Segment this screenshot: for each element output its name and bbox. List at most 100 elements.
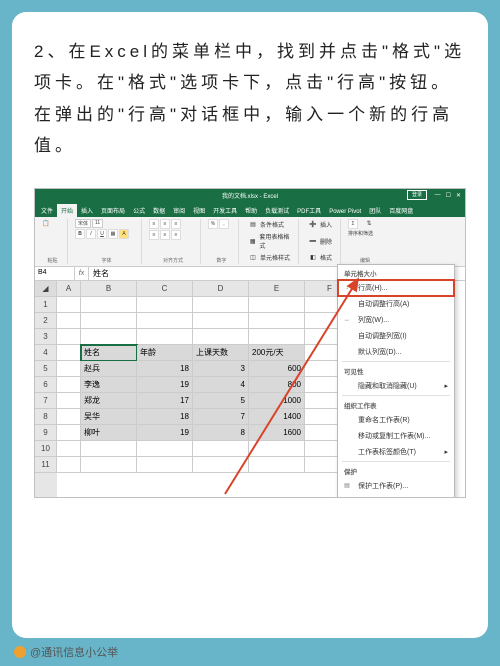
row-header[interactable]: 1	[35, 297, 57, 313]
cell[interactable]	[57, 361, 81, 377]
cell[interactable]	[81, 441, 137, 457]
menu-tab-color[interactable]: 工作表标签颜色(T)▸	[338, 444, 454, 460]
tab-help[interactable]: 帮助	[241, 204, 261, 217]
tab-formulas[interactable]: 公式	[129, 204, 149, 217]
menu-col-width[interactable]: ↔列宽(W)...	[338, 312, 454, 328]
select-all-corner[interactable]: ◢	[35, 281, 57, 297]
cell[interactable]	[193, 457, 249, 473]
row-header[interactable]: 3	[35, 329, 57, 345]
cell[interactable]	[249, 329, 305, 345]
cell-name[interactable]: 吴华	[81, 409, 137, 425]
paste-icon[interactable]: 📋	[41, 219, 51, 229]
tab-view[interactable]: 视图	[189, 204, 209, 217]
cell[interactable]	[137, 457, 193, 473]
cell-name[interactable]: 李逸	[81, 377, 137, 393]
tab-baidu[interactable]: 百度网盘	[385, 204, 417, 217]
col-header[interactable]: E	[249, 281, 305, 297]
cell[interactable]	[57, 313, 81, 329]
menu-autofit-col[interactable]: 自动调整列宽(I)	[338, 328, 454, 344]
cell-header-name[interactable]: 姓名	[81, 345, 137, 361]
font-name-select[interactable]: 宋体	[75, 219, 91, 228]
row-header[interactable]: 11	[35, 457, 57, 473]
menu-lock-cell[interactable]: 🔒锁定单元格(L)	[338, 494, 454, 498]
insert-cells-button[interactable]: ➕插入	[306, 219, 337, 231]
border-button[interactable]: ▦	[108, 229, 118, 239]
autosum-button[interactable]: Σ	[348, 219, 358, 229]
cell-styles-button[interactable]: ◫单元格样式	[246, 252, 295, 264]
cell[interactable]	[57, 329, 81, 345]
cell-name[interactable]: 郑龙	[81, 393, 137, 409]
align-center-button[interactable]: ≡	[160, 230, 170, 240]
cell[interactable]	[249, 313, 305, 329]
italic-button[interactable]: I	[86, 229, 96, 239]
cell-pay[interactable]: 600	[249, 361, 305, 377]
cell[interactable]	[193, 313, 249, 329]
cell[interactable]	[137, 297, 193, 313]
col-header[interactable]: C	[137, 281, 193, 297]
cell-header-days[interactable]: 上课天数	[193, 345, 249, 361]
menu-row-height[interactable]: ↕行高(H)...	[338, 280, 454, 296]
menu-move-copy[interactable]: 移动或复制工作表(M)...	[338, 428, 454, 444]
cell-age[interactable]: 18	[137, 409, 193, 425]
tab-loadtest[interactable]: 负载测试	[261, 204, 293, 217]
window-min-icon[interactable]: —	[435, 192, 441, 199]
row-header[interactable]: 7	[35, 393, 57, 409]
align-left-button[interactable]: ≡	[149, 230, 159, 240]
underline-button[interactable]: U	[97, 229, 107, 239]
col-header[interactable]: A	[57, 281, 81, 297]
cell-days[interactable]: 7	[193, 409, 249, 425]
row-header[interactable]: 2	[35, 313, 57, 329]
menu-autofit-row[interactable]: 自动调整行高(A)	[338, 296, 454, 312]
row-header[interactable]: 10	[35, 441, 57, 457]
cell[interactable]	[57, 441, 81, 457]
align-top-button[interactable]: ≡	[149, 219, 159, 229]
tab-insert[interactable]: 插入	[77, 204, 97, 217]
cell-age[interactable]: 19	[137, 377, 193, 393]
table-format-button[interactable]: ▦套用表格格式	[246, 231, 295, 251]
tab-review[interactable]: 审阅	[169, 204, 189, 217]
row-header[interactable]: 8	[35, 409, 57, 425]
cell-age[interactable]: 18	[137, 361, 193, 377]
cell[interactable]	[137, 441, 193, 457]
cell-name[interactable]: 柳叶	[81, 425, 137, 441]
col-header[interactable]: B	[81, 281, 137, 297]
row-header[interactable]: 5	[35, 361, 57, 377]
cell[interactable]	[249, 457, 305, 473]
cell-days[interactable]: 8	[193, 425, 249, 441]
tab-pdf[interactable]: PDF工具	[293, 204, 325, 217]
cell-header-age[interactable]: 年龄	[137, 345, 193, 361]
cell-pay[interactable]: 1400	[249, 409, 305, 425]
font-size-select[interactable]: 11	[92, 219, 103, 228]
tab-layout[interactable]: 页面布局	[97, 204, 129, 217]
comma-button[interactable]: ,	[219, 219, 229, 229]
cell[interactable]	[193, 329, 249, 345]
cell[interactable]	[81, 297, 137, 313]
row-header[interactable]: 9	[35, 425, 57, 441]
cell[interactable]	[81, 329, 137, 345]
cell-days[interactable]: 4	[193, 377, 249, 393]
cell-age[interactable]: 19	[137, 425, 193, 441]
sort-filter-button[interactable]: ⇅	[359, 219, 379, 229]
cond-format-button[interactable]: ▤条件格式	[246, 219, 295, 231]
cell[interactable]	[137, 313, 193, 329]
align-mid-button[interactable]: ≡	[160, 219, 170, 229]
delete-cells-button[interactable]: ➖删除	[306, 235, 337, 247]
menu-rename-sheet[interactable]: 重命名工作表(R)	[338, 412, 454, 428]
align-bot-button[interactable]: ≡	[171, 219, 181, 229]
cell-name[interactable]: 赵兵	[81, 361, 137, 377]
col-header[interactable]: D	[193, 281, 249, 297]
window-close-icon[interactable]: ✕	[456, 192, 461, 199]
row-header[interactable]: 6	[35, 377, 57, 393]
window-max-icon[interactable]: ☐	[446, 192, 451, 199]
cell[interactable]	[81, 457, 137, 473]
tab-team[interactable]: 团队	[365, 204, 385, 217]
align-right-button[interactable]: ≡	[171, 230, 181, 240]
fx-icon[interactable]: fx	[75, 267, 89, 280]
cell-days[interactable]: 5	[193, 393, 249, 409]
tab-dev[interactable]: 开发工具	[209, 204, 241, 217]
tab-file[interactable]: 文件	[37, 204, 57, 217]
cell[interactable]	[57, 457, 81, 473]
menu-protect-sheet[interactable]: ▤保护工作表(P)...	[338, 478, 454, 494]
tab-powerpivot[interactable]: Power Pivot	[325, 207, 365, 217]
cell[interactable]	[57, 409, 81, 425]
